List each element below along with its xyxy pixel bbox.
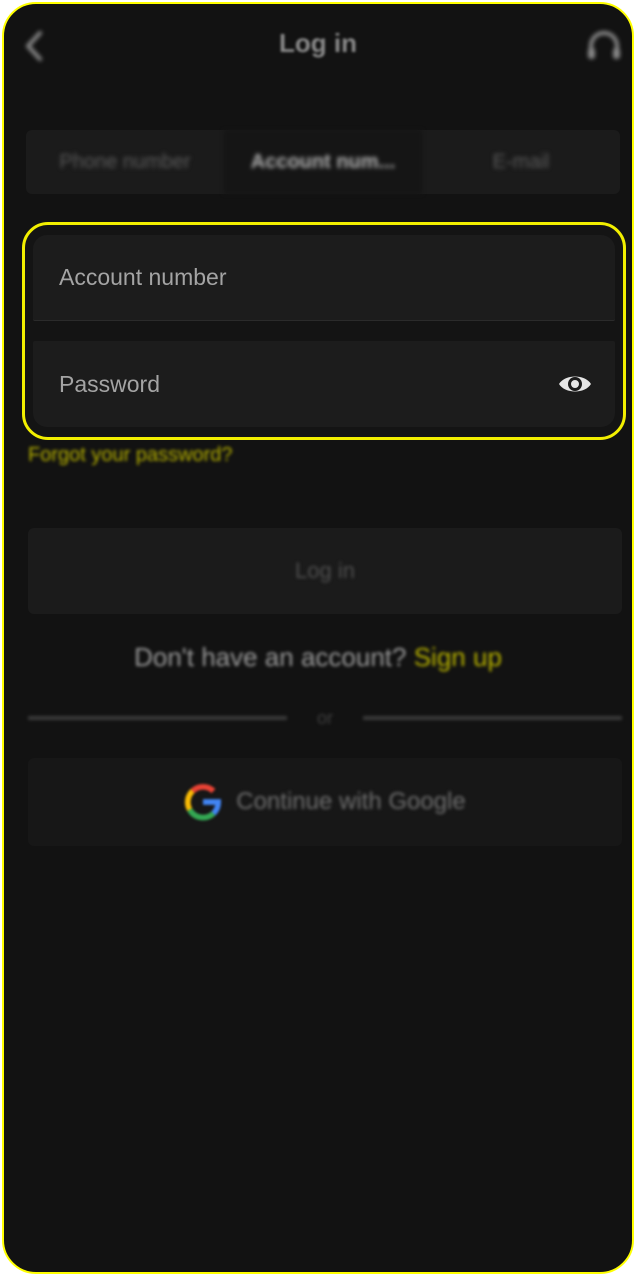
tab-label: Account num... bbox=[250, 150, 396, 173]
support-button[interactable] bbox=[582, 24, 626, 68]
or-divider: or bbox=[28, 704, 622, 732]
google-icon bbox=[185, 783, 222, 821]
login-method-tabs: Phone number Account num... E-mail bbox=[26, 130, 620, 194]
continue-with-google-button[interactable]: Continue with Google bbox=[28, 758, 622, 846]
eye-icon bbox=[559, 376, 591, 392]
google-button-label: Continue with Google bbox=[236, 788, 466, 815]
tab-email[interactable]: E-mail bbox=[422, 130, 620, 194]
phone-frame: Log in Phone number Account num... E-mai… bbox=[2, 2, 634, 1274]
password-field-container bbox=[33, 341, 615, 427]
signup-row: Don't have an account? Sign up bbox=[4, 642, 632, 673]
tab-account-number[interactable]: Account num... bbox=[224, 130, 422, 194]
forgot-password-link[interactable]: Forgot your password? bbox=[28, 444, 233, 467]
tab-phone-number[interactable]: Phone number bbox=[26, 130, 224, 194]
account-number-field-container bbox=[33, 235, 615, 321]
tab-label: Phone number bbox=[59, 150, 191, 173]
headset-icon bbox=[588, 31, 620, 59]
password-input[interactable] bbox=[57, 369, 555, 399]
account-number-input[interactable] bbox=[57, 263, 595, 292]
toggle-password-visibility-button[interactable] bbox=[555, 364, 595, 404]
tab-label: E-mail bbox=[492, 150, 550, 173]
divider-line bbox=[28, 716, 287, 720]
signup-link[interactable]: Sign up bbox=[414, 642, 502, 672]
header: Log in bbox=[4, 4, 632, 88]
login-button-label: Log in bbox=[295, 558, 355, 583]
divider-line bbox=[363, 716, 622, 720]
login-form bbox=[22, 222, 626, 440]
login-button[interactable]: Log in bbox=[28, 528, 622, 614]
page-title: Log in bbox=[279, 28, 357, 58]
divider-text: or bbox=[316, 707, 333, 728]
signup-question: Don't have an account? bbox=[134, 642, 407, 672]
